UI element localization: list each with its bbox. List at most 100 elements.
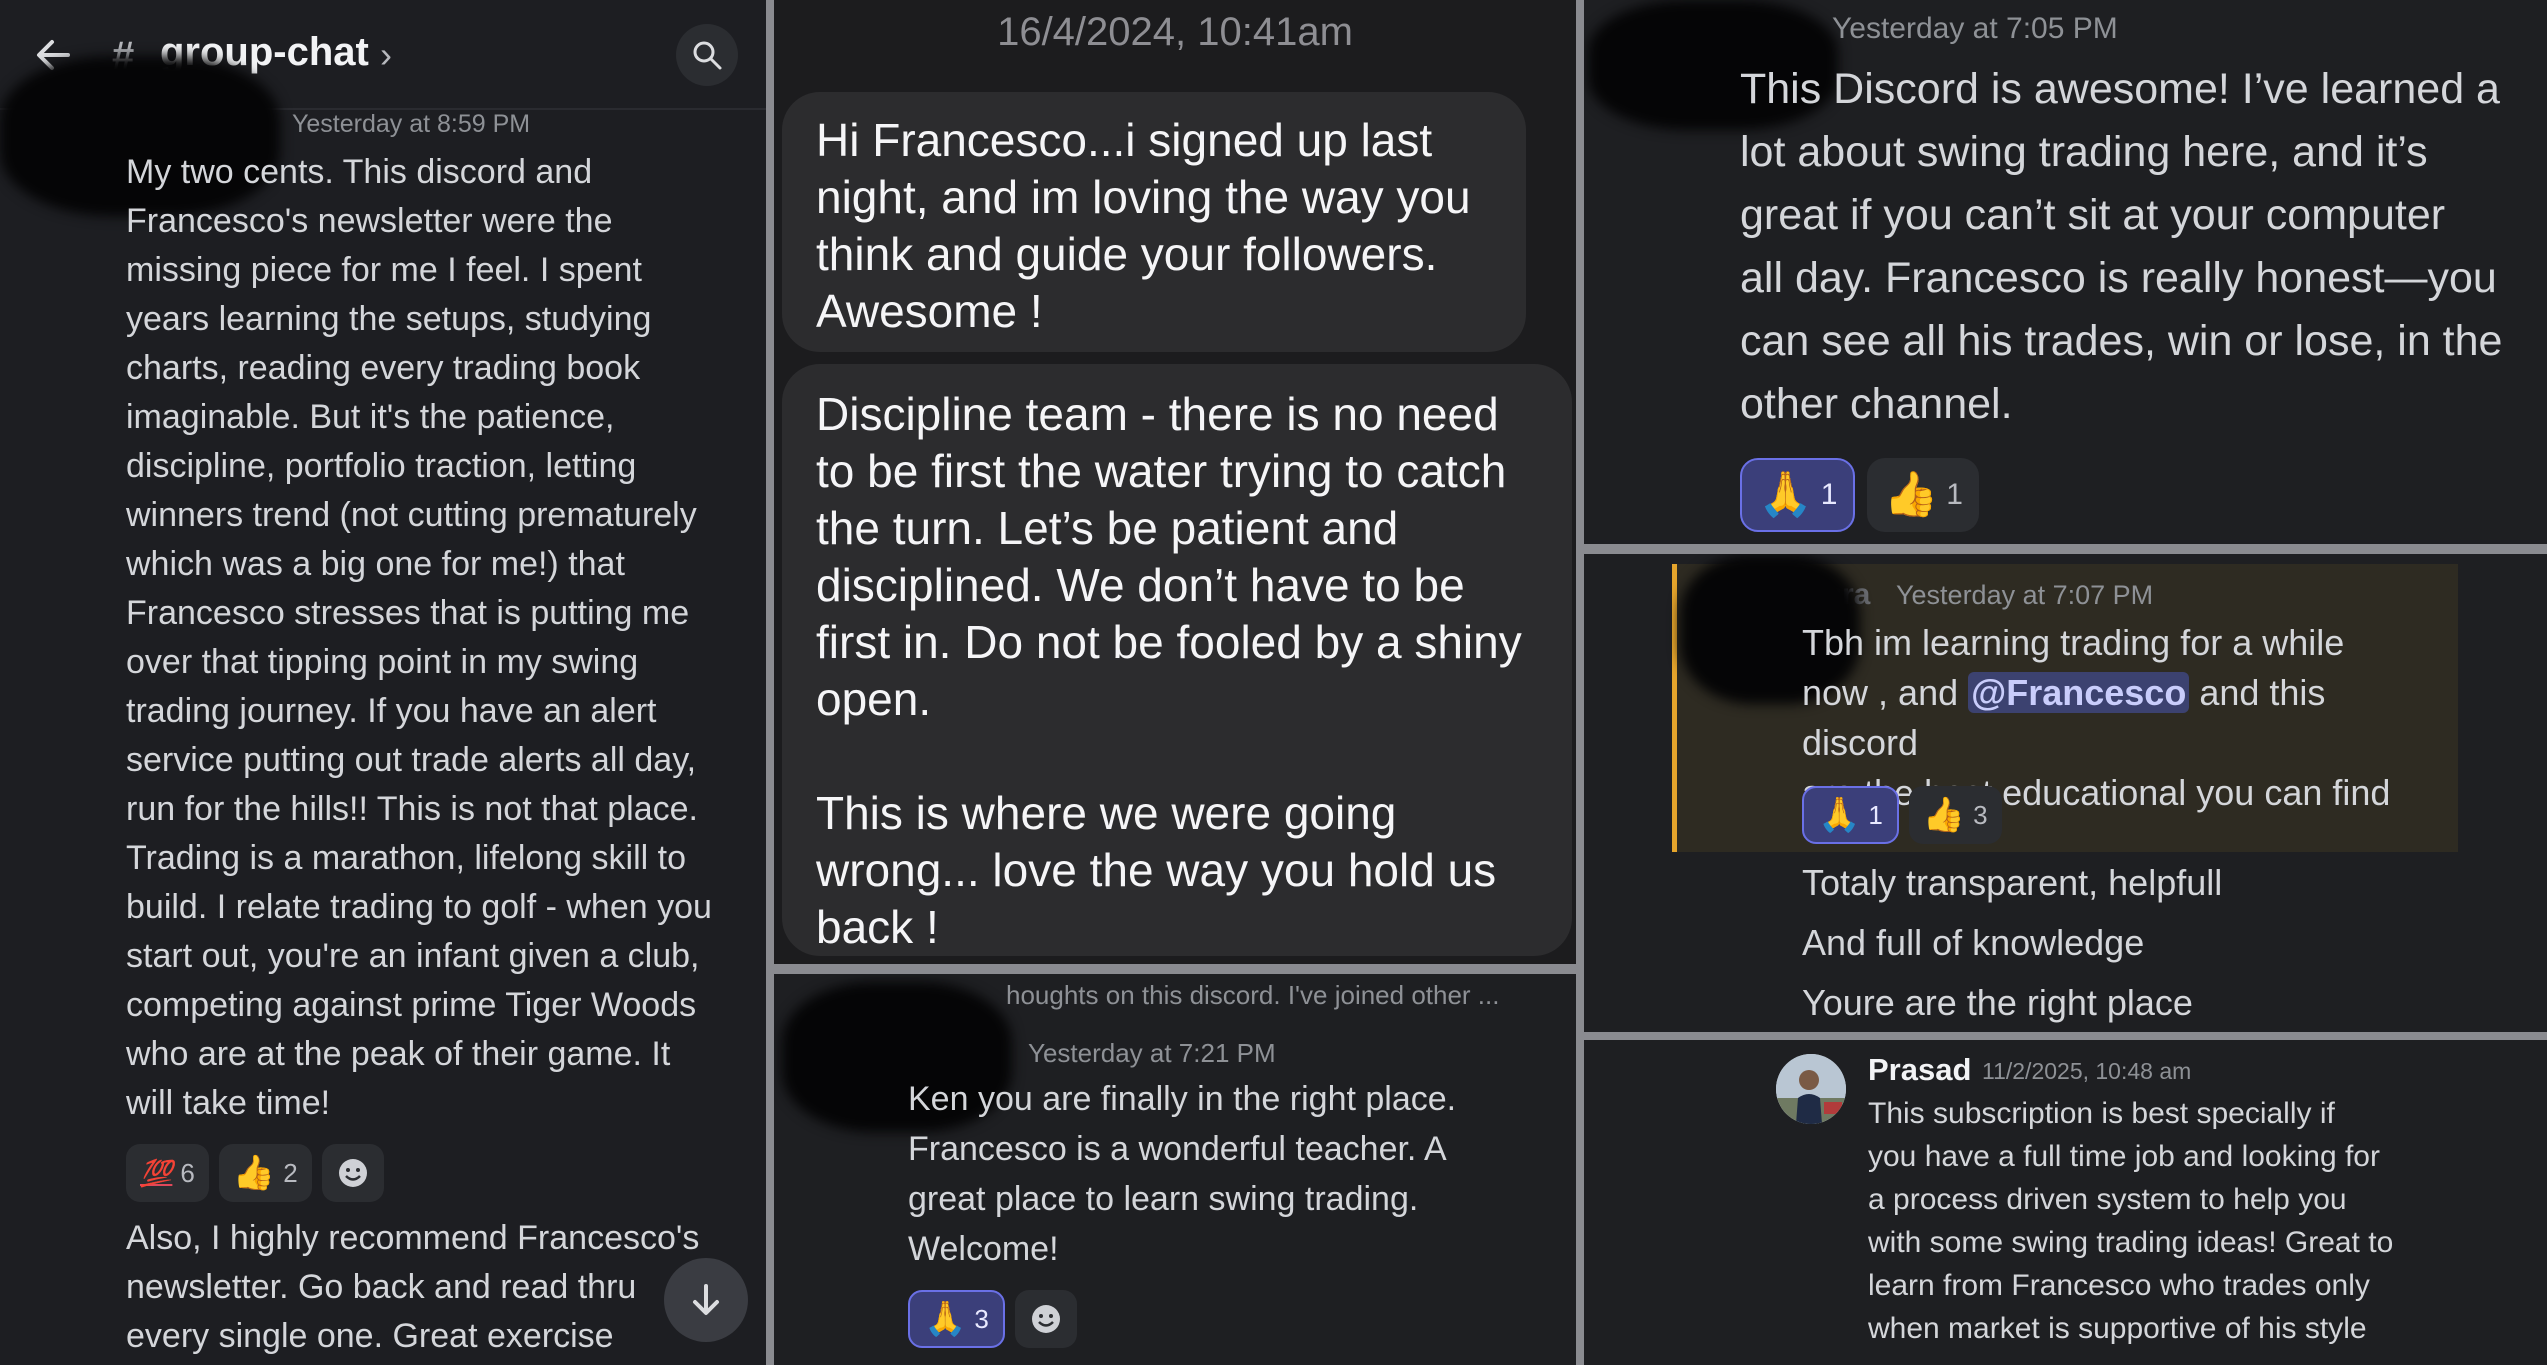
reaction-bar: 🙏 1 👍 3: [1802, 786, 2002, 844]
message-line: over that tipping point in my swing: [126, 643, 639, 681]
bubble-line: Discipline team - there is no need: [816, 388, 1499, 440]
message-line: who are at the peak of their game. It: [126, 1035, 671, 1073]
reply-preview[interactable]: houghts on this discord. I've joined oth…: [1006, 980, 1499, 1011]
message-line: now , and @Francesco and this discord: [1802, 668, 2442, 768]
reaction-pray[interactable]: 🙏 1: [1740, 458, 1856, 532]
chevron-right-icon[interactable]: ›: [380, 34, 392, 76]
message-line: a process driven system to help you: [1868, 1183, 2347, 1216]
message-line: Also, I highly recommend Francesco's: [126, 1219, 700, 1257]
message-line: learn from Francesco who trades only: [1868, 1269, 2370, 1302]
message-timestamp: Yesterday at 7:05 PM: [1832, 12, 2118, 45]
message-line: with some swing trading ideas! Great to: [1868, 1226, 2394, 1259]
imessage-panel: 16/4/2024, 10:41am Hi Francesco...i sign…: [774, 0, 1576, 964]
bubble-line: first in. Do not be fooled by a shiny: [816, 616, 1522, 668]
avatar[interactable]: [1776, 1054, 1846, 1124]
message-timestamp: Yesterday at 7:07 PM: [1896, 580, 2154, 610]
reaction-thumbs-up[interactable]: 👍 1: [1867, 458, 1979, 532]
message-line: Youre are the right place: [1802, 982, 2193, 1023]
bubble-line: back !: [816, 901, 939, 953]
bubble-line: Hi Francesco...i signed up last: [816, 114, 1433, 166]
message-line: other channel.: [1740, 380, 2013, 428]
message-line: which was a big one for me!) that: [126, 545, 625, 583]
bubble-line: think and guide your followers.: [816, 228, 1438, 280]
message-timestamp: Yesterday at 7:21 PM: [1028, 1038, 1276, 1068]
message-line: charts, reading every trading book: [126, 349, 641, 387]
reaction-count: 2: [283, 1157, 298, 1188]
reaction-count: 1: [1820, 478, 1838, 511]
folded-hands-icon: 🙏: [924, 1300, 967, 1338]
message-line: And full of knowledge: [1802, 922, 2145, 963]
message-line: Francesco is a wonderful teacher. A: [908, 1130, 1447, 1168]
message-line: service putting out trade alerts all day…: [126, 741, 697, 779]
bubble-line: Awesome !: [816, 285, 1043, 337]
reaction-count: 3: [1973, 799, 1988, 830]
message-line: newsletter. Go back and read thru: [126, 1268, 637, 1306]
reaction-count: 1: [1946, 478, 1963, 511]
message-text: now , and: [1802, 672, 1969, 713]
group-chat-panel: # group-chat › Yesterday at 8:59 PM My t…: [0, 0, 766, 1365]
add-reaction-button[interactable]: [321, 1144, 384, 1202]
reaction-thumbs-up[interactable]: 👍 2: [218, 1144, 312, 1202]
arrow-down-icon: [693, 1284, 719, 1315]
message-line: you have a full time job and looking for: [1868, 1140, 2380, 1173]
bubble-line: open.: [816, 673, 932, 725]
search-button[interactable]: [676, 24, 738, 86]
message-line: start out, you're an infant given a club…: [126, 937, 700, 975]
bubble-line: wrong... love the way you hold us: [816, 844, 1497, 896]
smiley-icon: [338, 1159, 367, 1187]
message-line: discipline, portfolio traction, letting: [126, 447, 637, 485]
message-line: Tbh im learning trading for a while: [1802, 622, 2345, 663]
reaction-count: 3: [974, 1303, 989, 1334]
hundred-points-icon: 💯: [140, 1158, 173, 1188]
conversation-date: 16/4/2024, 10:41am: [997, 10, 1353, 54]
message-timestamp: 11/2/2025, 10:48 am: [1982, 1058, 2192, 1084]
message-content: This subscription is best specially if y…: [1868, 1092, 2508, 1350]
message-line: winners trend (not cutting prematurely: [126, 496, 697, 534]
message-line: imaginable. But it's the patience,: [126, 398, 615, 436]
bubble-line: disciplined. We don’t have to be: [816, 559, 1465, 611]
folded-hands-icon: 🙏: [1758, 470, 1813, 519]
message-bubble: Discipline team - there is no need to be…: [782, 364, 1572, 956]
bubble-spacer: [816, 728, 1538, 785]
message-line: missing piece for me I feel. I spent: [126, 251, 642, 289]
discord-mention-panel: Dura Yesterday at 7:07 PM Tbh im learnin…: [1584, 554, 2547, 1032]
smiley-icon: [1031, 1305, 1060, 1333]
search-icon: [693, 41, 722, 70]
discord-review-panel: Prasad 11/2/2025, 10:48 am This subscrip…: [1584, 1040, 2547, 1365]
bubble-line: the turn. Let’s be patient and: [816, 502, 1399, 554]
reaction-thumbs-up[interactable]: 👍 3: [1908, 786, 2002, 844]
thumbs-up-icon: 👍: [232, 1154, 276, 1192]
message-line: Trading is a marathon, lifelong skill to: [126, 839, 687, 877]
message-line: will take time!: [126, 1084, 331, 1122]
message-line: every single one. Great exercise: [126, 1317, 614, 1355]
message-line: can see all his trades, win or lose, in …: [1740, 317, 2503, 365]
message-line: Ken you are finally in the right place.: [908, 1080, 1457, 1118]
bubble-line: This is where we were going: [816, 787, 1397, 839]
message-line: Francesco's newsletter were the: [126, 202, 613, 240]
reaction-bar: 🙏 3: [908, 1290, 1077, 1348]
reaction-pray[interactable]: 🙏 1: [1802, 786, 1899, 844]
bubble-line: night, and im loving the way you: [816, 171, 1471, 223]
add-reaction-button[interactable]: [1014, 1290, 1077, 1348]
reaction-100[interactable]: 💯 6: [126, 1144, 209, 1202]
user-photo-icon: [1776, 1054, 1846, 1124]
followup-message: Also, I highly recommend Francesco's new…: [126, 1214, 751, 1361]
reaction-pray[interactable]: 🙏 3: [908, 1290, 1005, 1348]
reaction-count: 6: [180, 1157, 195, 1188]
folded-hands-icon: 🙏: [1818, 796, 1861, 834]
message-line: lot about swing trading here, and it’s: [1740, 128, 2428, 176]
message-line: This Discord is awesome! I’ve learned a: [1740, 65, 2500, 113]
user-mention[interactable]: @Francesco: [1968, 672, 2190, 713]
jump-to-bottom-button[interactable]: [664, 1258, 748, 1342]
message-line: My two cents. This discord and: [126, 153, 593, 191]
message-line: This subscription is best specially if: [1868, 1097, 2335, 1130]
message-line: competing against prime Tiger Woods: [126, 986, 697, 1024]
author-name[interactable]: Prasad: [1868, 1052, 1971, 1088]
message-line: great place to learn swing trading.: [908, 1180, 1419, 1218]
reaction-bar: 💯 6 👍 2: [126, 1144, 384, 1202]
message-line: Totaly transparent, helpfull: [1802, 862, 2223, 903]
message-timestamp: Yesterday at 8:59 PM: [292, 110, 531, 138]
message-line: build. I relate trading to golf - when y…: [126, 888, 712, 926]
message-line: great if you can’t sit at your computer: [1740, 191, 2446, 239]
reaction-bar: 🙏 1 👍 1: [1740, 458, 1979, 532]
